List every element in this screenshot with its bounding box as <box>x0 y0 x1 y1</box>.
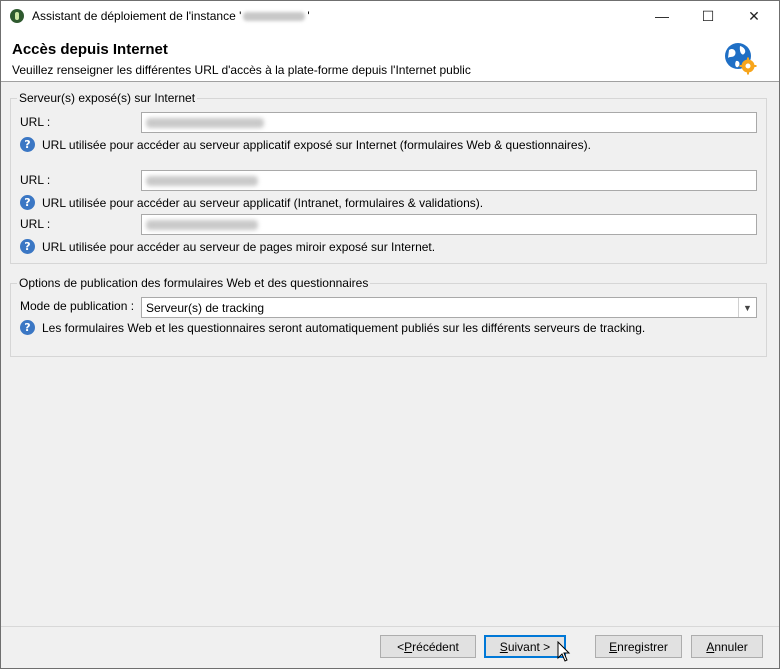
chevron-down-icon[interactable]: ▼ <box>738 298 756 317</box>
next-button[interactable]: Suivant > <box>484 635 566 658</box>
save-button[interactable]: Enregistrer <box>595 635 682 658</box>
prev-accel: P <box>404 639 413 654</box>
url-label-3: URL : <box>20 217 51 231</box>
publication-options-legend: Options de publication des formulaires W… <box>17 276 371 290</box>
window-title: Assistant de déploiement de l'instance '… <box>32 9 310 23</box>
question-icon: ? <box>20 239 35 254</box>
help-text: URL utilisée pour accéder au serveur de … <box>42 239 436 254</box>
globe-gear-icon <box>725 43 757 75</box>
app-icon <box>10 9 24 23</box>
question-icon: ? <box>20 195 35 210</box>
prev-rest: récédent <box>412 639 459 654</box>
cancel-rest: nnuler <box>714 639 748 654</box>
close-button[interactable]: ✕ <box>731 1 777 31</box>
help-app-server: ? URL utilisée pour accéder au serveur a… <box>20 195 483 210</box>
footer-divider <box>1 626 779 627</box>
page-title: Accès depuis Internet <box>12 41 168 58</box>
url-input-mirror-server[interactable] <box>141 214 757 235</box>
title-suffix: ' <box>307 9 310 23</box>
maximize-button[interactable]: ☐ <box>685 1 731 31</box>
url-label-2: URL : <box>20 173 51 187</box>
url-input-internet-app-server[interactable] <box>141 112 757 133</box>
cancel-button[interactable]: Annuler <box>691 635 763 658</box>
save-rest: nregistrer <box>617 639 668 654</box>
redacted-url-value <box>146 118 264 128</box>
publication-mode-value: Serveur(s) de tracking <box>146 301 265 315</box>
url-input-app-server[interactable] <box>141 170 757 191</box>
redacted-url-value <box>146 220 258 230</box>
help-publication: ? Les formulaires Web et les questionnai… <box>20 320 645 335</box>
publication-mode-select[interactable]: Serveur(s) de tracking ▼ <box>141 297 757 318</box>
next-accel: S <box>499 639 508 654</box>
wizard-window: Assistant de déploiement de l'instance '… <box>0 0 780 669</box>
cancel-accel: A <box>706 639 715 654</box>
question-icon: ? <box>20 320 35 335</box>
page-subtitle: Veuillez renseigner les différentes URL … <box>12 63 471 77</box>
title-prefix: Assistant de déploiement de l'instance ' <box>32 9 242 23</box>
prev-prefix: < <box>397 639 405 654</box>
help-mirror-server: ? URL utilisée pour accéder au serveur d… <box>20 239 435 254</box>
next-rest: uivant > <box>507 639 551 654</box>
help-text: URL utilisée pour accéder au serveur app… <box>42 195 484 210</box>
url-label-1: URL : <box>20 115 51 129</box>
exposed-servers-legend: Serveur(s) exposé(s) sur Internet <box>17 91 198 105</box>
help-text: URL utilisée pour accéder au serveur app… <box>42 137 591 152</box>
minimize-button[interactable]: — <box>639 1 685 31</box>
save-accel: E <box>609 639 618 654</box>
previous-button[interactable]: < Précédent <box>380 635 476 658</box>
redacted-url-value <box>146 176 258 186</box>
help-text: Les formulaires Web et les questionnaire… <box>42 320 646 335</box>
publication-mode-label: Mode de publication : <box>20 299 135 313</box>
question-icon: ? <box>20 137 35 152</box>
help-internet-app-server: ? URL utilisée pour accéder au serveur a… <box>20 137 591 152</box>
title-bar: Assistant de déploiement de l'instance '… <box>1 1 779 31</box>
mouse-cursor-icon <box>557 641 571 662</box>
instance-name-redacted <box>243 12 306 22</box>
wizard-header: Accès depuis Internet Veuillez renseigne… <box>1 31 779 82</box>
